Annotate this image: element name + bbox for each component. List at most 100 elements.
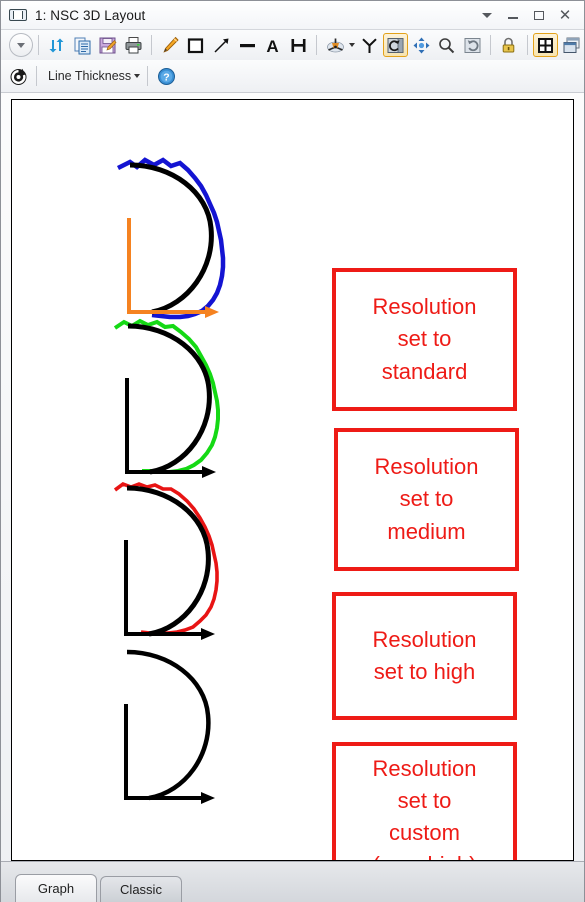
rotate-tool-button[interactable] [382, 33, 409, 57]
graph-canvas[interactable]: Resolution set to standard Resolution se… [11, 99, 574, 861]
close-icon: ✕ [558, 5, 572, 24]
plot-standard [116, 157, 226, 320]
save-disk-pencil-icon [99, 37, 117, 53]
close-button[interactable]: ✕ [552, 4, 578, 26]
rectangle-button[interactable] [183, 33, 209, 57]
line-thickness-dropdown[interactable]: Line Thickness [42, 69, 142, 83]
toolbar-separator [490, 35, 492, 55]
horizontal-line-icon [239, 43, 255, 47]
rotate-view-button[interactable] [357, 33, 383, 57]
refresh-arrows-icon [49, 38, 64, 52]
toolbar-separator [147, 66, 149, 86]
text-button[interactable]: A [260, 33, 286, 57]
line-thickness-label: Line Thickness [48, 69, 132, 83]
layout-window-icon [8, 7, 28, 23]
lock-button[interactable] [496, 33, 522, 57]
tab-label: Classic [120, 882, 162, 897]
square-outline-icon [188, 37, 204, 53]
note-line: medium [387, 518, 466, 544]
detach-window-button[interactable] [558, 33, 584, 57]
tab-classic[interactable]: Classic [100, 876, 182, 902]
dropdown-menu-button[interactable] [474, 4, 500, 26]
reset-circle-icon [10, 68, 26, 85]
axes-custom [124, 704, 205, 800]
axes-medium [125, 378, 206, 474]
diagonal-arrow-icon [214, 38, 229, 53]
toolbar-separator [526, 35, 528, 55]
note-line: set to [397, 787, 452, 813]
reset-button[interactable] [5, 64, 31, 88]
plot-custom [124, 649, 215, 804]
ray-bundle-high [113, 481, 219, 635]
window-title: 1: NSC 3D Layout [35, 7, 146, 23]
orientation-dropdown[interactable] [348, 43, 355, 47]
nsc-3d-layout-window: 1: NSC 3D Layout ✕ A Line Thickness ? Re… [0, 0, 585, 902]
note-high[interactable]: Resolution set to high [332, 592, 517, 720]
padlock-icon [503, 37, 515, 52]
maximize-button[interactable] [526, 4, 552, 26]
note-line: Resolution [372, 755, 477, 781]
question-help-icon: ? [157, 67, 175, 85]
toolbar-separator [37, 35, 39, 55]
title-bar: 1: NSC 3D Layout ✕ [1, 1, 584, 30]
plot-high [113, 481, 219, 640]
ray-bundle-medium [113, 318, 220, 474]
arrow-button[interactable] [209, 33, 235, 57]
line-button[interactable] [234, 33, 260, 57]
note-custom[interactable]: Resolution set to custom (very high) [332, 742, 517, 860]
y-tripod-icon [362, 37, 377, 53]
copy-clipboard-icon [74, 37, 91, 54]
reset-view-button[interactable] [459, 33, 485, 57]
axis-arrow-high [201, 628, 215, 640]
h-dimension-icon [291, 38, 306, 52]
minimize-button[interactable] [500, 4, 526, 26]
graph-canvas-area: Resolution set to standard Resolution se… [1, 93, 584, 861]
toolbar-separator [316, 35, 318, 55]
chevron-down-circle-icon [16, 43, 25, 48]
pencil-icon [163, 36, 179, 53]
orientation-button[interactable] [322, 33, 348, 57]
3d-axes-tripod-icon [326, 38, 344, 52]
pan-button[interactable] [408, 33, 434, 57]
note-line: Resolution [372, 626, 477, 652]
annotate-pencil-button[interactable] [157, 33, 183, 57]
axis-arrow-standard [205, 306, 219, 318]
dimension-button[interactable] [286, 33, 312, 57]
update-button[interactable] [44, 33, 70, 57]
note-line: Resolution [374, 454, 479, 480]
maximize-icon [534, 10, 544, 20]
print-button[interactable] [121, 33, 147, 57]
note-line: custom [389, 820, 460, 845]
four-way-move-icon [413, 37, 429, 53]
svg-text:?: ? [163, 71, 169, 83]
axes-high [124, 540, 205, 636]
magnifier-icon [439, 37, 455, 53]
toolbar-separator [36, 66, 37, 86]
save-button[interactable] [95, 33, 121, 57]
reset-rotate-icon [464, 37, 481, 53]
axes-standard [127, 218, 209, 314]
chevron-down-icon [482, 12, 492, 18]
fit-to-window-icon [538, 37, 554, 53]
help-button[interactable]: ? [153, 64, 179, 88]
copy-button[interactable] [69, 33, 95, 57]
minimize-icon [508, 17, 518, 19]
zoom-button[interactable] [434, 33, 460, 57]
reference-arc-custom [126, 649, 211, 801]
detach-window-icon [563, 37, 580, 53]
plot-medium [113, 318, 220, 478]
note-line: set to [397, 326, 452, 352]
toolbar-primary: A [1, 30, 584, 60]
view-tab-strip: Graph Classic [1, 861, 584, 902]
note-medium[interactable]: Resolution set to medium [334, 428, 519, 571]
note-line: Resolution [372, 294, 477, 320]
tab-graph[interactable]: Graph [15, 874, 97, 902]
note-line: standard [381, 358, 468, 384]
fit-window-button[interactable] [532, 33, 559, 57]
toolbar-secondary: Line Thickness ? [1, 60, 584, 93]
settings-expander-button[interactable] [9, 33, 33, 57]
note-standard[interactable]: Resolution set to standard [332, 268, 517, 411]
letter-a-icon: A [267, 37, 279, 55]
axis-arrow-custom [201, 792, 215, 804]
tab-label: Graph [37, 881, 75, 896]
